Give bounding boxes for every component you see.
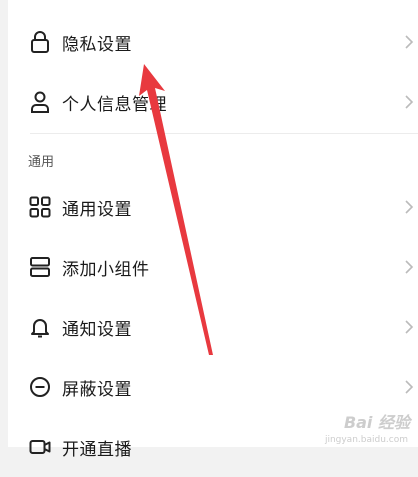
watermark-logo: Bai 经验 [343,413,410,432]
block-settings-row[interactable]: 屏蔽设置 [8,357,418,417]
widget-icon [29,256,51,278]
add-widget-row[interactable]: 添加小组件 [8,237,418,297]
personal-info-label: 个人信息管理 [62,94,167,115]
video-icon [29,436,51,458]
bell-icon [29,316,51,338]
privacy-settings-row[interactable]: 隐私设置 [8,12,418,72]
notification-settings-row[interactable]: 通知设置 [8,297,418,357]
watermark-url: jingyan.baidu.com [324,435,408,445]
privacy-settings-label: 隐私设置 [62,34,132,55]
general-settings-label: 通用设置 [62,199,132,220]
chevron-right-icon [405,380,414,394]
block-settings-label: 屏蔽设置 [62,379,132,400]
chevron-right-icon [405,95,414,109]
live-stream-label: 开通直播 [62,439,132,460]
chevron-right-icon [405,35,414,49]
personal-info-row[interactable]: 个人信息管理 [8,72,418,132]
add-widget-label: 添加小组件 [62,259,150,280]
grid-icon [29,196,51,218]
section-divider [30,133,418,134]
general-settings-row[interactable]: 通用设置 [8,177,418,237]
settings-panel: 隐私设置 个人信息管理 通用 通用设置 添加小组件 通知设置 屏蔽设置 开通直播 [8,0,418,460]
chevron-right-icon [405,260,414,274]
chevron-right-icon [405,200,414,214]
notification-settings-label: 通知设置 [62,319,132,340]
block-icon [29,376,51,398]
chevron-right-icon [405,320,414,334]
lock-icon [29,31,51,53]
section-title-general: 通用 [28,155,55,170]
person-icon [29,91,51,113]
